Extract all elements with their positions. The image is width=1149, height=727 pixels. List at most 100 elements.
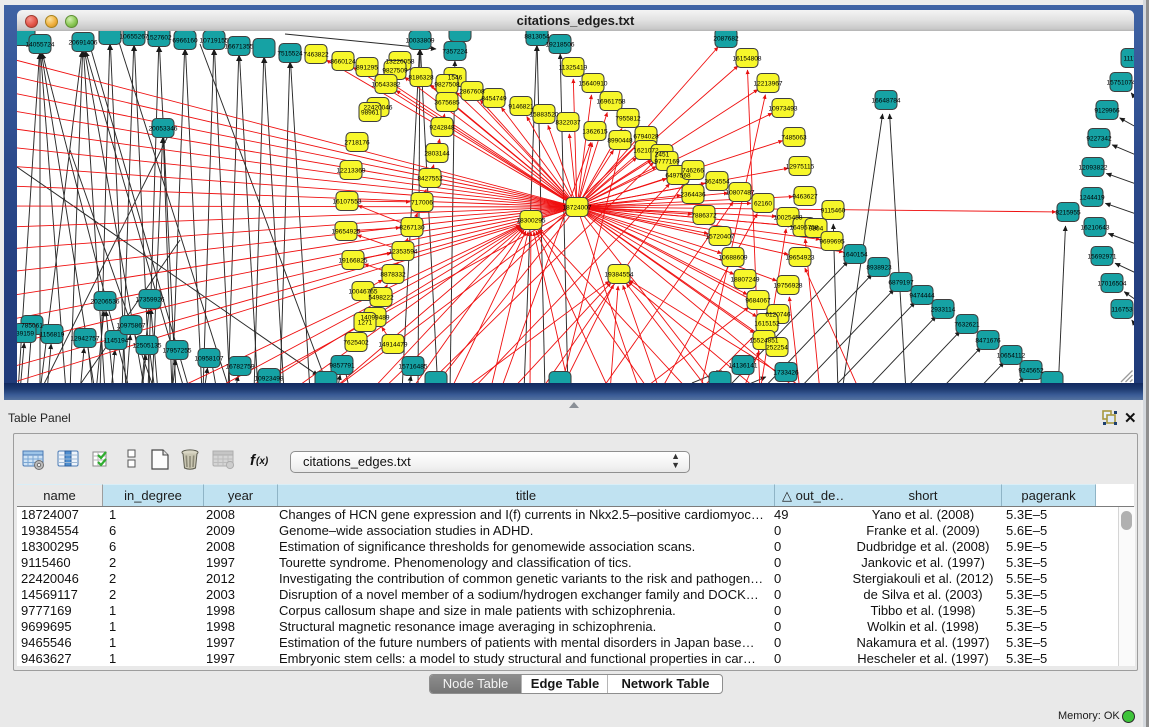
svg-text:9146821: 9146821	[508, 104, 534, 111]
svg-text:10688609: 10688609	[719, 255, 748, 262]
svg-text:12942757: 12942757	[71, 336, 100, 343]
svg-text:16210643: 16210643	[1081, 225, 1110, 232]
svg-text:7463822: 7463822	[303, 52, 329, 59]
svg-text:10543382: 10543382	[372, 82, 401, 89]
svg-text:10923498: 10923498	[255, 376, 284, 383]
svg-text:8454749: 8454749	[481, 96, 507, 103]
svg-text:10958107: 10958107	[195, 356, 224, 363]
svg-text:20206536: 20206536	[91, 299, 120, 306]
svg-text:8938923: 8938923	[866, 265, 892, 272]
svg-text:16107553: 16107553	[333, 199, 362, 206]
svg-text:2364436: 2364436	[680, 192, 706, 199]
svg-text:3675685: 3675685	[434, 100, 460, 107]
svg-text:16154808: 16154808	[733, 56, 762, 63]
svg-text:12505135: 12505135	[133, 343, 162, 350]
svg-text:17359926: 17359926	[136, 297, 165, 304]
svg-text:3624554: 3624554	[704, 179, 730, 186]
svg-text:16648784: 16648784	[872, 98, 901, 105]
svg-text:8322037: 8322037	[555, 120, 581, 127]
svg-text:19654923: 19654923	[786, 255, 815, 262]
svg-text:12093822: 12093822	[1079, 165, 1108, 172]
svg-text:14136141: 14136141	[729, 363, 758, 370]
svg-text:785061: 785061	[21, 323, 43, 330]
svg-text:13226058: 13226058	[386, 59, 415, 66]
svg-text:1615152: 1615152	[754, 321, 780, 328]
svg-text:8471676: 8471676	[975, 338, 1001, 345]
svg-text:10973493: 10973493	[769, 106, 798, 113]
svg-text:1271: 1271	[358, 320, 373, 327]
svg-text:7357224: 7357224	[442, 49, 468, 56]
svg-text:10654112: 10654112	[997, 353, 1026, 360]
svg-text:16671355: 16671355	[225, 44, 254, 51]
svg-text:7625402: 7625402	[343, 340, 369, 347]
svg-text:1362615: 1362615	[582, 129, 608, 136]
svg-text:1733426: 1733426	[773, 370, 799, 377]
svg-text:8215955: 8215955	[1055, 210, 1081, 217]
svg-text:19756928: 19756928	[774, 283, 803, 290]
svg-text:7632621: 7632621	[954, 322, 980, 329]
svg-text:15692971: 15692971	[1088, 254, 1117, 261]
svg-text:18300295: 18300295	[517, 218, 546, 225]
svg-text:15640910: 15640910	[579, 81, 608, 88]
svg-text:1640154: 1640154	[842, 252, 868, 259]
svg-text:6966160: 6966160	[172, 38, 198, 45]
svg-text:1546: 1546	[448, 75, 463, 82]
svg-text:15720407: 15720407	[706, 234, 735, 241]
svg-text:252254: 252254	[766, 345, 788, 352]
svg-text:10975867: 10975867	[117, 323, 146, 330]
svg-text:9699695: 9699695	[819, 239, 845, 246]
svg-text:15751074: 15751074	[1107, 80, 1134, 87]
svg-text:9463627: 9463627	[792, 194, 818, 201]
svg-text:62160: 62160	[754, 201, 772, 208]
svg-text:11325419: 11325419	[559, 65, 588, 72]
svg-text:8878332: 8878332	[380, 272, 406, 279]
svg-text:8660124: 8660124	[330, 59, 356, 66]
svg-text:98961: 98961	[361, 110, 379, 117]
svg-text:10033809: 10033809	[406, 38, 435, 45]
svg-text:8990448: 8990448	[607, 138, 633, 145]
svg-text:6879197: 6879197	[888, 280, 914, 287]
svg-text:2933114: 2933114	[931, 307, 956, 314]
svg-text:717006: 717006	[411, 200, 433, 207]
svg-text:10655267: 10655267	[120, 34, 149, 41]
svg-text:9115460: 9115460	[821, 208, 846, 215]
svg-text:8813054: 8813054	[524, 34, 550, 41]
svg-text:1145194: 1145194	[104, 338, 129, 345]
svg-text:9857791: 9857791	[329, 363, 355, 370]
svg-text:14914479: 14914479	[379, 342, 408, 349]
svg-text:(x): (x)	[256, 456, 269, 467]
svg-text:9804: 9804	[809, 226, 824, 233]
svg-text:9245652: 9245652	[1018, 368, 1044, 375]
svg-text:10807487: 10807487	[726, 190, 755, 197]
svg-text:20691406: 20691406	[69, 40, 98, 47]
svg-text:7485063: 7485063	[781, 135, 807, 142]
svg-text:746266: 746266	[682, 168, 704, 175]
svg-text:18807249: 18807249	[731, 277, 760, 284]
svg-text:10025458: 10025458	[774, 215, 803, 222]
svg-text:7515524: 7515524	[277, 51, 303, 58]
svg-text:2451: 2451	[655, 152, 670, 159]
svg-text:2087682: 2087682	[713, 36, 739, 43]
svg-text:9129966: 9129966	[1094, 108, 1120, 115]
svg-text:17016504: 17016504	[1098, 281, 1127, 288]
svg-text:14055724: 14055724	[26, 42, 55, 49]
svg-text:6120746: 6120746	[765, 312, 791, 319]
svg-text:9684067: 9684067	[745, 298, 771, 305]
svg-text:12213369: 12213369	[337, 168, 366, 175]
svg-text:6794028: 6794028	[633, 134, 659, 141]
svg-text:18724007: 18724007	[563, 205, 592, 212]
svg-text:2803144: 2803144	[424, 151, 450, 158]
svg-text:20053346: 20053346	[149, 126, 178, 133]
svg-text:19166825: 19166825	[339, 258, 368, 265]
svg-text:8427552: 8427552	[417, 176, 443, 183]
svg-text:19654925: 19654925	[332, 229, 361, 236]
svg-text:17957255: 17957255	[163, 348, 192, 355]
svg-text:16961758: 16961758	[597, 99, 626, 106]
svg-text:1527602: 1527602	[146, 35, 172, 42]
svg-text:9227342: 9227342	[1086, 136, 1112, 143]
svg-text:1156819: 1156819	[40, 332, 65, 339]
svg-text:15883520: 15883520	[530, 112, 559, 119]
svg-text:9827509: 9827509	[382, 68, 408, 75]
svg-text:19218506: 19218506	[546, 42, 575, 49]
svg-text:7886372: 7886372	[691, 213, 717, 220]
